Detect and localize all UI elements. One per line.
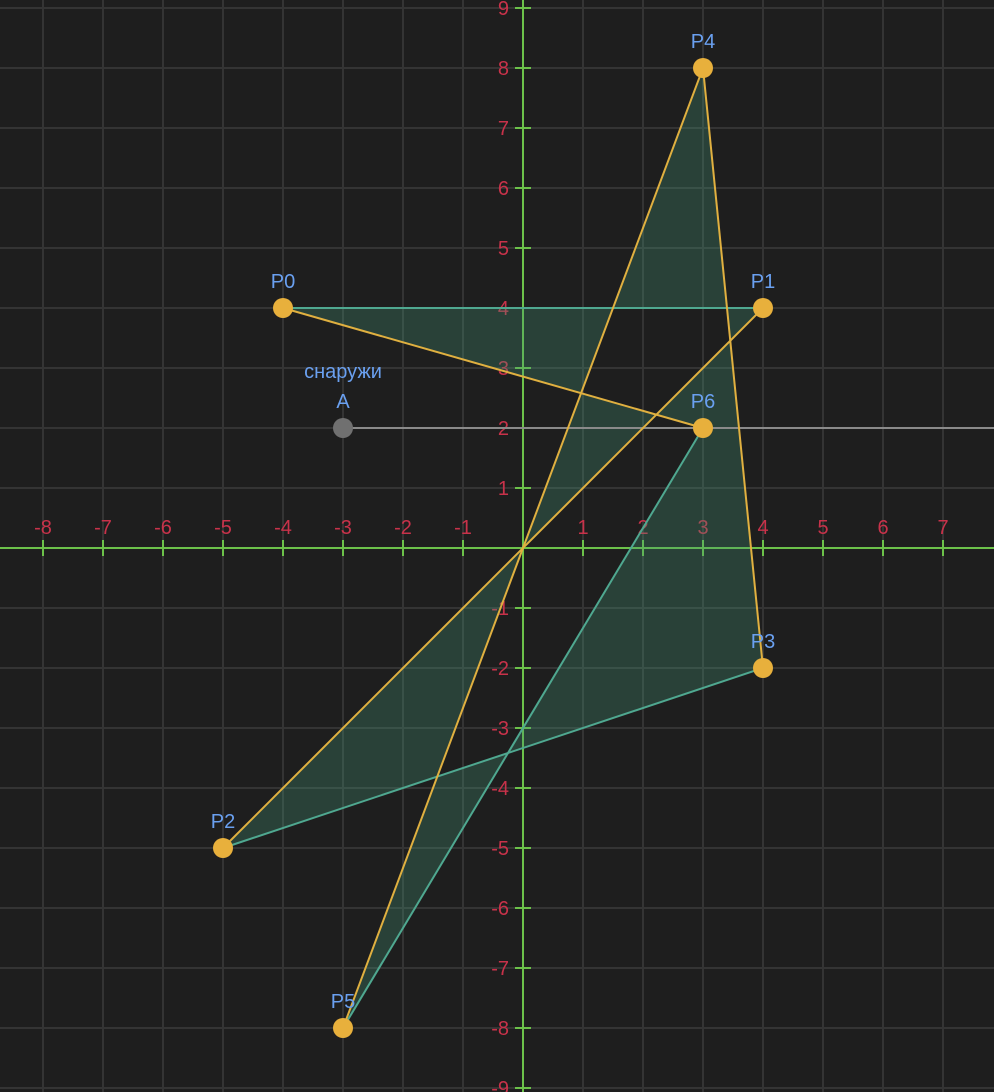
polygon-vertex-p0[interactable] (273, 298, 293, 318)
background (0, 0, 994, 1092)
x-tick-label: 1 (577, 517, 588, 539)
x-tick-label: 6 (877, 517, 888, 539)
x-tick-label: -7 (94, 517, 112, 539)
vertex-label: P4 (691, 31, 715, 53)
x-tick-label: 7 (937, 517, 948, 539)
polygon-vertex-p1[interactable] (753, 298, 773, 318)
y-tick-label: 6 (498, 178, 509, 200)
x-tick-label: -3 (334, 517, 352, 539)
x-tick-label: -2 (394, 517, 412, 539)
x-tick-label: -8 (34, 517, 52, 539)
polygon-vertex-p6[interactable] (693, 418, 713, 438)
y-tick-label: 8 (498, 58, 509, 80)
y-tick-label: -5 (491, 838, 509, 860)
y-tick-label: 7 (498, 118, 509, 140)
test-point-label: A (336, 391, 350, 413)
polygon-vertex-p2[interactable] (213, 838, 233, 858)
x-tick-label: -6 (154, 517, 172, 539)
y-tick-label: -3 (491, 718, 509, 740)
y-tick-label: 5 (498, 238, 509, 260)
point-in-polygon-diagram: -8-7-6-5-4-3-2-11234567-9-8-7-6-5-4-3-2-… (0, 0, 994, 1092)
x-tick-label: 5 (817, 517, 828, 539)
vertex-label: P3 (751, 631, 775, 653)
polygon-vertex-p5[interactable] (333, 1018, 353, 1038)
vertex-label: P6 (691, 391, 715, 413)
y-tick-label: -4 (491, 778, 509, 800)
y-tick-label: 1 (498, 478, 509, 500)
x-tick-label: -1 (454, 517, 472, 539)
y-tick-label: -6 (491, 898, 509, 920)
polygon-vertex-p4[interactable] (693, 58, 713, 78)
test-point-status: снаружи (304, 361, 382, 383)
test-point-a[interactable] (333, 418, 353, 438)
x-tick-label: -4 (274, 517, 292, 539)
vertex-label: P2 (211, 811, 235, 833)
y-tick-label: -7 (491, 958, 509, 980)
x-tick-label: -5 (214, 517, 232, 539)
vertex-label: P0 (271, 271, 295, 293)
vertex-label: P1 (751, 271, 775, 293)
y-tick-label: -8 (491, 1018, 509, 1040)
x-tick-label: 4 (757, 517, 768, 539)
y-tick-label: 9 (498, 0, 509, 20)
y-tick-label: -9 (491, 1078, 509, 1092)
polygon-vertex-p3[interactable] (753, 658, 773, 678)
y-tick-label: -2 (491, 658, 509, 680)
vertex-label: P5 (331, 991, 355, 1013)
